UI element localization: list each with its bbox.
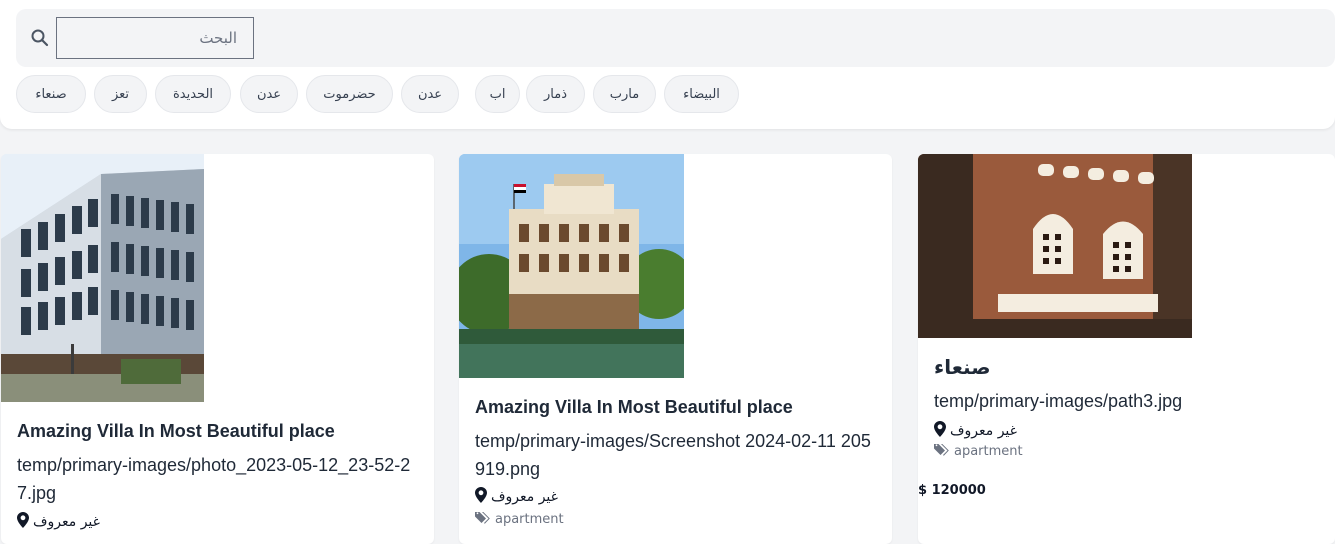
property-title[interactable]: Amazing Villa In Most Beautiful place	[17, 421, 335, 442]
property-photo	[459, 154, 684, 378]
search-input[interactable]	[56, 17, 254, 59]
tags-icon	[934, 443, 950, 460]
chip-city[interactable]: اب	[475, 75, 520, 113]
location-text: غير معروف	[950, 423, 1017, 439]
tags-icon	[475, 511, 491, 528]
property-location: غير معروف	[475, 487, 558, 507]
property-image-path: temp/primary-images/photo_2023-05-12_23-…	[17, 455, 411, 503]
location-text: غير معروف	[33, 514, 100, 530]
chip-city[interactable]: تعز	[94, 75, 147, 113]
chip-city[interactable]: صنعاء	[16, 75, 86, 113]
property-photo	[918, 154, 1192, 338]
property-photo	[1, 154, 204, 402]
chip-city[interactable]: البيضاء	[664, 75, 739, 113]
chip-city[interactable]: مارب	[593, 75, 656, 113]
property-price: $ 120000	[918, 483, 986, 498]
property-type-text: apartment	[495, 512, 564, 527]
property-location: غير معروف	[17, 512, 100, 532]
chip-city[interactable]: حضرموت	[306, 75, 393, 113]
chip-city[interactable]: ذمار	[526, 75, 585, 113]
property-image-path: temp/primary-images/Screenshot 2024-02-1…	[475, 431, 871, 479]
property-card[interactable]: Amazing Villa In Most Beautiful place te…	[459, 154, 892, 544]
map-pin-icon	[934, 421, 946, 441]
property-type-text: apartment	[954, 444, 1023, 459]
location-text: غير معروف	[491, 489, 558, 505]
map-pin-icon	[475, 487, 487, 507]
chip-city[interactable]: الحديدة	[155, 75, 231, 113]
property-city[interactable]: صنعاء	[934, 355, 991, 379]
chip-city[interactable]: عدن	[401, 75, 459, 113]
property-type: apartment	[475, 511, 564, 528]
property-title[interactable]: Amazing Villa In Most Beautiful place	[475, 397, 793, 418]
property-image-path: temp/primary-images/path3.jpg	[934, 391, 1183, 411]
property-location: غير معروف	[934, 421, 1017, 441]
search-icon[interactable]	[30, 28, 50, 48]
map-pin-icon	[17, 512, 29, 532]
chip-city[interactable]: عدن	[240, 75, 298, 113]
property-card[interactable]: Amazing Villa In Most Beautiful place te…	[1, 154, 434, 544]
property-card[interactable]: صنعاء temp/primary-images/path3.jpg غير …	[918, 154, 1335, 544]
filter-panel: البيضاء مارب ذمار اب عدن حضرموت عدن الحد…	[0, 0, 1335, 129]
property-type: apartment	[934, 443, 1023, 460]
